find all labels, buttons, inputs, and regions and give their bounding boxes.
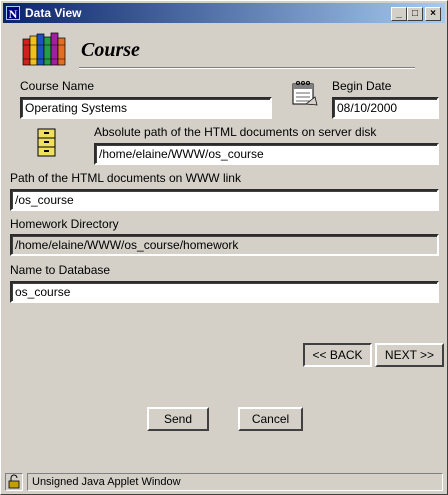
abs-path-label: Absolute path of the HTML documents on s… <box>94 125 377 139</box>
homework-dir-label: Homework Directory <box>10 217 119 231</box>
abs-path-input[interactable] <box>94 143 439 165</box>
status-bar: Unsigned Java Applet Window <box>3 472 445 492</box>
www-path-input[interactable] <box>10 189 439 211</box>
begin-date-input[interactable] <box>332 97 439 119</box>
db-name-label: Name to Database <box>10 263 111 277</box>
calendar-icon <box>292 81 318 106</box>
applet-window: N Data View _ □ × Course Course Name Beg… <box>0 0 448 495</box>
books-icon <box>22 32 66 66</box>
cancel-button[interactable]: Cancel <box>238 407 303 431</box>
www-path-label: Path of the HTML documents on WWW link <box>10 171 241 185</box>
window-title: Data View <box>25 6 82 20</box>
title-divider <box>79 67 415 69</box>
file-cabinet-icon <box>37 128 56 157</box>
maximize-button[interactable]: □ <box>407 7 423 21</box>
title-bar[interactable]: N Data View _ □ × <box>3 3 445 23</box>
lock-icon <box>5 473 23 491</box>
app-icon: N <box>6 6 20 21</box>
course-name-label: Course Name <box>20 79 95 93</box>
minimize-button[interactable]: _ <box>391 7 407 21</box>
begin-date-label: Begin Date <box>332 79 392 93</box>
close-button[interactable]: × <box>425 7 441 21</box>
back-button[interactable]: << BACK <box>303 343 372 367</box>
page-title: Course <box>81 39 140 61</box>
db-name-input[interactable] <box>10 281 439 303</box>
homework-dir-input <box>10 234 439 256</box>
course-name-input[interactable] <box>20 97 272 119</box>
send-button[interactable]: Send <box>147 407 209 431</box>
status-text: Unsigned Java Applet Window <box>27 473 443 491</box>
next-button[interactable]: NEXT >> <box>375 343 444 367</box>
